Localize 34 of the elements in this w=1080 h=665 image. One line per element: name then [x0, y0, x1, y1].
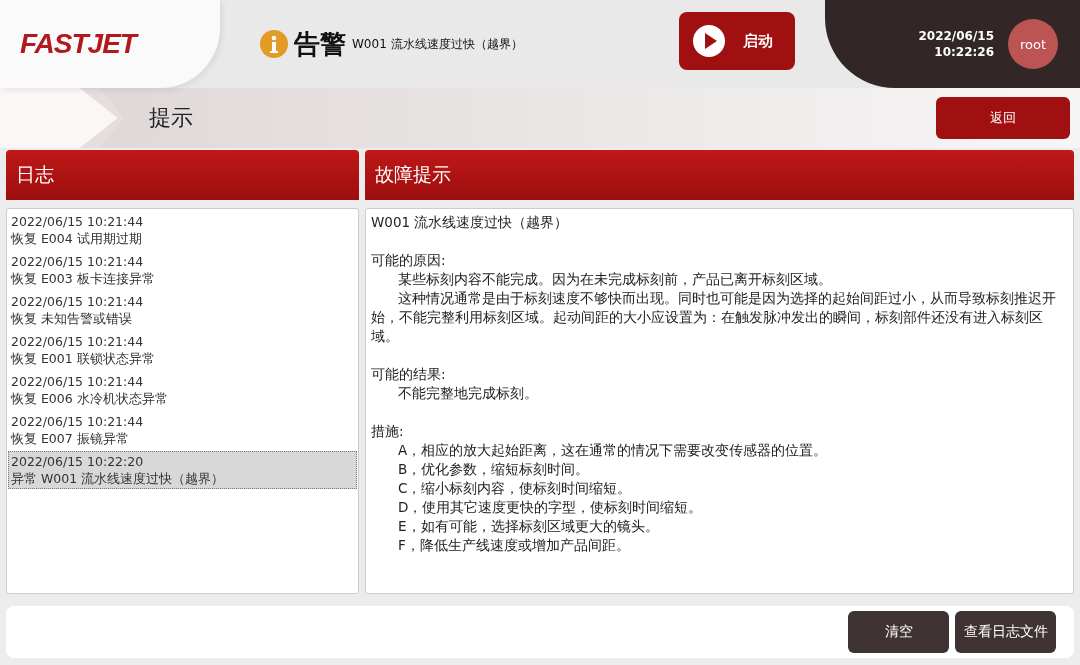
date: 2022/06/15: [918, 28, 994, 44]
log-entry[interactable]: 2022/06/15 10:21:44 恢复 E003 板卡连接异常: [8, 251, 357, 289]
section-heading: 措施:: [371, 422, 405, 441]
section-heading: 可能的原因:: [371, 251, 447, 270]
panel-header: 日志: [6, 150, 359, 200]
log-entry[interactable]: 2022/06/15 10:21:44 恢复 E001 联锁状态异常: [8, 331, 357, 369]
time: 10:22:26: [934, 44, 994, 60]
info-icon: [260, 30, 288, 58]
log-entry[interactable]: 2022/06/15 10:21:44 恢复 E004 试用期过期: [8, 211, 357, 249]
play-icon: [693, 25, 725, 57]
paragraph: B，优化参数，缩短标刻时间。: [397, 460, 591, 479]
paragraph: 某些标刻内容不能完成。因为在未完成标刻前，产品已离开标刻区域。: [397, 270, 833, 289]
start-button[interactable]: 启动: [679, 12, 795, 70]
section-heading: 可能的结果:: [371, 365, 447, 384]
log-entry[interactable]: 2022/06/15 10:21:44 恢复 未知告警或错误: [8, 291, 357, 329]
log-entry[interactable]: 2022/06/15 10:22:20 异常 W001 流水线速度过快（越界）: [8, 451, 357, 489]
paragraph: 不能完整地完成标刻。: [397, 384, 539, 403]
log-entry[interactable]: 2022/06/15 10:21:44 恢复 E006 水冷机状态异常: [8, 371, 357, 409]
paragraph: 这种情况通常是由于标刻速度不够快而出现。同时也可能是因为选择的起始间距过小，从而导致标刻推迟开始，不能完整利用标刻区域。起动间距的大小应设置为：在触发脉冲发出的瞬间，标刻部件还没有进入标刻区域。: [371, 289, 1057, 346]
paragraph: E，如有可能，选择标刻区域更大的镜头。: [397, 517, 660, 536]
fault-code: W001 流水线速度过快（越界）: [371, 213, 570, 232]
paragraph: F，降低生产线速度或增加产品间距。: [397, 536, 631, 555]
footer-button[interactable]: 清空: [848, 611, 949, 653]
back-button[interactable]: 返回: [936, 97, 1070, 139]
page-title: 提示: [149, 104, 193, 132]
paragraph: A，相应的放大起始距离，这在通常的情况下需要改变传感器的位置。: [397, 441, 829, 460]
footer-button[interactable]: 查看日志文件: [955, 611, 1056, 653]
panel-header: 故障提示: [365, 150, 1074, 200]
log-entry[interactable]: 2022/06/15 10:21:44 恢复 E007 振镜异常: [8, 411, 357, 449]
user-avatar[interactable]: root: [1008, 19, 1058, 69]
alert-message: W001 流水线速度过快（越界）: [352, 35, 523, 53]
paragraph: D，使用其它速度更快的字型，使标刻时间缩短。: [397, 498, 704, 517]
alert-label: 告警: [294, 27, 346, 61]
paragraph: C，缩小标刻内容，使标刻时间缩短。: [397, 479, 633, 498]
